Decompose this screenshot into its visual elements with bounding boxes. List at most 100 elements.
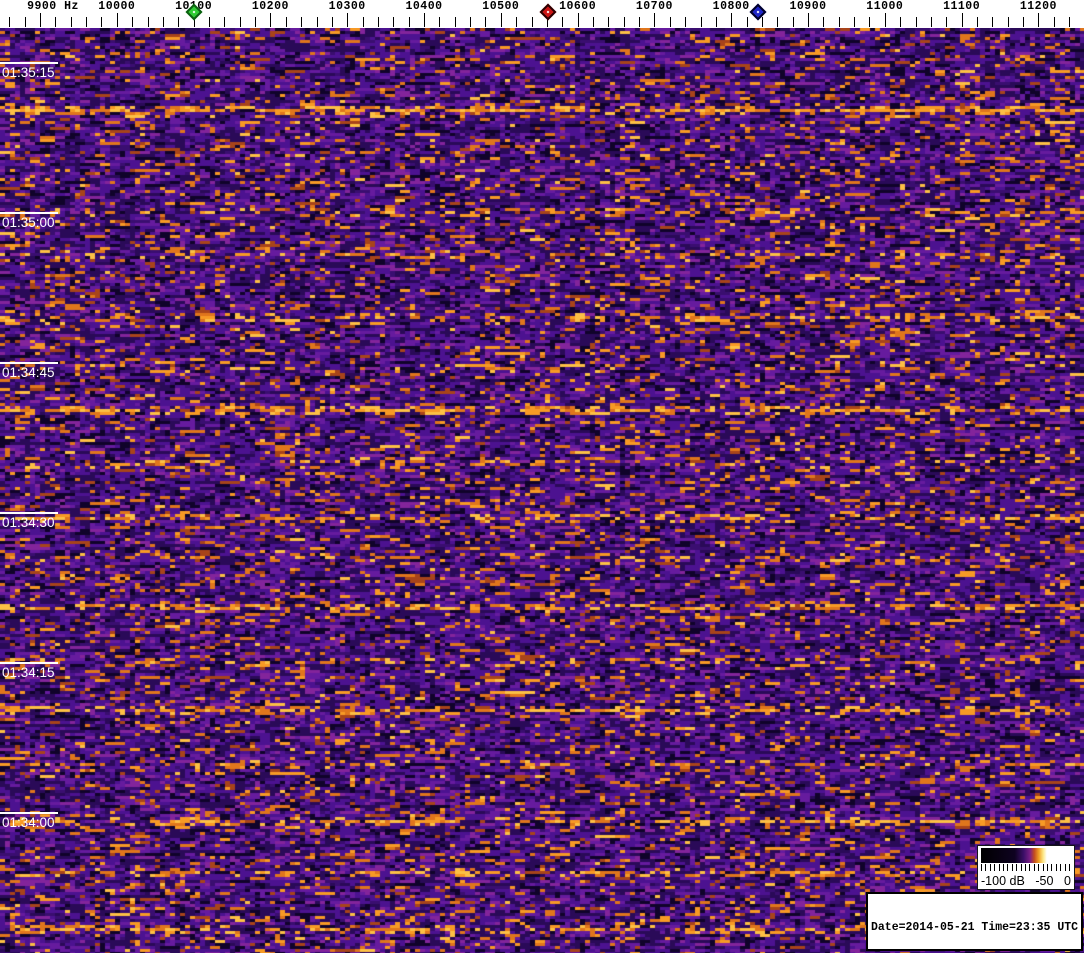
time-tick-line bbox=[0, 212, 58, 214]
frequency-tick bbox=[777, 17, 779, 27]
frequency-tick bbox=[331, 17, 333, 27]
frequency-tick bbox=[946, 17, 948, 27]
marker-diamond-red[interactable] bbox=[539, 3, 557, 21]
frequency-tick-label: 10000 bbox=[98, 0, 136, 13]
colorbar-tick bbox=[1038, 864, 1040, 871]
colorbar-tick bbox=[1069, 864, 1070, 871]
frequency-tick-label: 11000 bbox=[866, 0, 904, 13]
frequency-tick bbox=[900, 17, 902, 27]
frequency-tick bbox=[746, 17, 748, 27]
colorbar-tick bbox=[1020, 864, 1022, 871]
colorbar-tick bbox=[1055, 864, 1057, 871]
colorbar-gradient bbox=[981, 848, 1070, 863]
time-tick-line bbox=[0, 812, 58, 814]
frequency-tick bbox=[715, 17, 717, 27]
frequency-tick bbox=[869, 17, 871, 27]
frequency-tick bbox=[255, 17, 256, 27]
time-label: 01:35:00 bbox=[2, 215, 55, 230]
frequency-tick bbox=[485, 17, 487, 27]
frequency-tick bbox=[116, 13, 118, 27]
colorbar-label-max: 0 bbox=[1064, 874, 1071, 888]
frequency-tick-label: 10600 bbox=[559, 0, 597, 13]
colorbar-tick bbox=[1007, 864, 1009, 871]
frequency-tick bbox=[70, 17, 72, 27]
colorbar-tick bbox=[994, 864, 996, 871]
colorbar-tick bbox=[981, 864, 982, 871]
info-line-date: Date=2014-05-21 Time=23:35 UTC bbox=[871, 921, 1079, 935]
frequency-tick bbox=[562, 17, 564, 27]
frequency-tick bbox=[977, 17, 978, 27]
frequency-tick-label: 11200 bbox=[1019, 0, 1057, 13]
frequency-tick bbox=[86, 17, 88, 27]
frequency-tick bbox=[808, 13, 809, 27]
frequency-tick bbox=[470, 17, 472, 27]
time-label: 01:34:15 bbox=[2, 665, 55, 680]
frequency-tick bbox=[669, 17, 671, 27]
time-label: 01:34:45 bbox=[2, 365, 55, 380]
frequency-tick bbox=[316, 17, 318, 27]
colorbar-label-min: -100 dB bbox=[981, 874, 1025, 888]
frequency-tick bbox=[961, 13, 963, 27]
frequency-tick bbox=[424, 13, 425, 27]
frequency-tick bbox=[147, 17, 149, 27]
colorbar-tick bbox=[1011, 864, 1013, 871]
frequency-tick bbox=[285, 17, 287, 27]
colorbar-tick bbox=[1033, 864, 1035, 871]
marker-core-dot bbox=[192, 10, 196, 14]
frequency-tick bbox=[639, 17, 640, 27]
marker-core-dot bbox=[546, 10, 550, 14]
colorbar-tick bbox=[1003, 864, 1004, 871]
frequency-tick bbox=[761, 17, 763, 27]
colorbar-tick bbox=[985, 864, 987, 871]
frequency-tick bbox=[731, 13, 733, 27]
frequency-tick-label: 10200 bbox=[251, 0, 289, 13]
frequency-tick-label: 10800 bbox=[712, 0, 750, 13]
time-tick-line bbox=[0, 662, 58, 664]
colorbar-tick-ruler bbox=[981, 864, 1070, 871]
frequency-tick bbox=[239, 17, 241, 27]
frequency-tick bbox=[393, 17, 395, 27]
frequency-tick bbox=[577, 13, 579, 27]
frequency-tick bbox=[884, 13, 886, 27]
frequency-tick bbox=[377, 17, 379, 27]
colorbar-tick bbox=[1029, 864, 1031, 871]
frequency-tick bbox=[608, 17, 610, 27]
frequency-tick-label: 11100 bbox=[943, 0, 981, 13]
spectrogram-app-window: 9900 Hz100001010010200103001040010500106… bbox=[0, 0, 1084, 953]
frequency-tick bbox=[224, 17, 226, 27]
frequency-tick bbox=[270, 13, 272, 27]
info-box: Date=2014-05-21 Time=23:35 UTC Freq=143 … bbox=[866, 892, 1083, 951]
frequency-tick bbox=[408, 17, 410, 27]
time-tick-line bbox=[0, 512, 58, 514]
frequency-tick bbox=[162, 17, 164, 27]
frequency-tick bbox=[531, 17, 533, 27]
frequency-tick bbox=[101, 17, 103, 27]
frequency-tick bbox=[792, 17, 794, 27]
frequency-tick bbox=[593, 17, 594, 27]
frequency-tick bbox=[700, 17, 702, 27]
marker-diamond-blue[interactable] bbox=[749, 3, 767, 21]
frequency-tick bbox=[439, 17, 441, 27]
colorbar-label-mid: -50 bbox=[1035, 874, 1054, 888]
colorbar-tick bbox=[1060, 864, 1062, 871]
frequency-tick bbox=[992, 17, 994, 27]
frequency-tick bbox=[838, 17, 840, 27]
frequency-tick-label: 10300 bbox=[328, 0, 366, 13]
colorbar-tick bbox=[1025, 864, 1026, 871]
frequency-ruler: 9900 Hz100001010010200103001040010500106… bbox=[0, 0, 1084, 28]
frequency-tick bbox=[55, 17, 57, 27]
frequency-tick bbox=[347, 13, 349, 27]
frequency-tick bbox=[454, 17, 456, 27]
marker-core-dot bbox=[756, 10, 760, 14]
colorbar-tick bbox=[998, 864, 1000, 871]
frequency-tick bbox=[1038, 13, 1040, 27]
time-tick-line bbox=[0, 362, 58, 364]
colorbar-tick bbox=[1016, 864, 1018, 871]
frequency-tick bbox=[301, 17, 303, 27]
colorbar-panel: -100 dB -50 0 bbox=[977, 845, 1075, 890]
frequency-tick bbox=[362, 17, 364, 27]
frequency-tick bbox=[1069, 17, 1071, 27]
frequency-tick bbox=[40, 13, 41, 27]
frequency-tick bbox=[915, 17, 917, 27]
spectrogram-waterfall-display bbox=[0, 28, 1084, 953]
